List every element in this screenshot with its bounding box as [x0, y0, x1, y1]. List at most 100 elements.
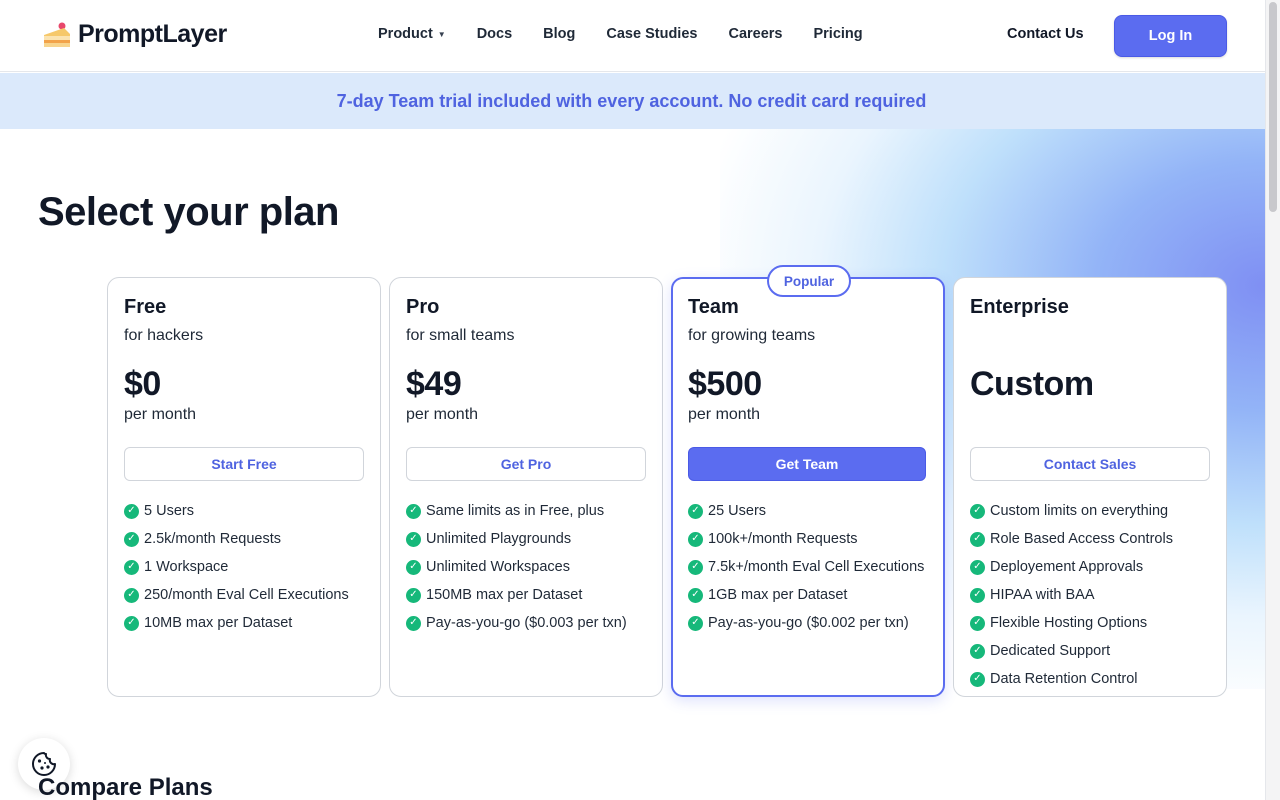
check-circle-icon: ✓ [124, 615, 139, 631]
feature-label: 1 Workspace [144, 559, 229, 575]
feature-item: ✓ 1 Workspace [124, 553, 364, 581]
feature-label: Role Based Access Controls [990, 531, 1173, 547]
feature-list: ✓ 5 Users ✓ 2.5k/month Requests ✓ 1 Workspa… [124, 497, 364, 637]
plan-card-free: Free for hackers $0 per month Start Free… [107, 277, 381, 697]
check-circle-icon: ✓ [124, 531, 139, 547]
check-circle-icon: ✓ [970, 643, 985, 659]
feature-item: ✓ Data Retention Control [970, 665, 1210, 693]
check-circle-icon: ✓ [970, 559, 985, 575]
site-header: PromptLayer Product ▼ Docs Blog Case Stu… [0, 0, 1265, 72]
check-circle-icon: ✓ [406, 587, 421, 603]
plan-subtitle: for small teams [406, 327, 515, 344]
feature-list: ✓ Same limits as in Free, plus ✓ Unlimited… [406, 497, 646, 637]
feature-item: ✓ Custom limits on everything [970, 497, 1210, 525]
nav-case-studies[interactable]: Case Studies [606, 26, 697, 42]
check-circle-icon: ✓ [688, 531, 703, 547]
feature-item: ✓ 100k+/month Requests [688, 525, 928, 553]
logo-text: PromptLayer [78, 20, 227, 48]
check-circle-icon: ✓ [124, 503, 139, 519]
feature-label: 25 Users [708, 503, 767, 519]
check-circle-icon: ✓ [688, 615, 703, 631]
get-team-button[interactable]: Get Team [688, 447, 926, 481]
feature-item: ✓ Same limits as in Free, plus [406, 497, 646, 525]
feature-label: Pay-as-you-go ($0.003 per txn) [426, 615, 627, 631]
trial-banner: 7-day Team trial included with every acc… [0, 73, 1265, 129]
check-circle-icon: ✓ [688, 587, 703, 603]
plan-period: per month [688, 406, 761, 423]
nav-product[interactable]: Product ▼ [378, 26, 446, 42]
get-pro-button[interactable]: Get Pro [406, 447, 646, 481]
plan-subtitle [970, 327, 1210, 347]
feature-label: 100k+/month Requests [708, 531, 858, 547]
feature-label: Unlimited Playgrounds [426, 531, 572, 547]
log-in-button[interactable]: Log In [1114, 15, 1227, 57]
logo[interactable]: PromptLayer [42, 20, 227, 49]
feature-item: ✓ 25 Users [688, 497, 928, 525]
plan-name: Free [124, 296, 167, 318]
feature-item: ✓ 150MB max per Dataset [406, 581, 646, 609]
feature-list: ✓ Custom limits on everything ✓ Role Based… [970, 497, 1210, 693]
feature-item: ✓ Dedicated Support [970, 637, 1210, 665]
scrollbar-thumb[interactable] [1269, 2, 1277, 212]
check-circle-icon: ✓ [406, 615, 421, 631]
popular-badge: Popular [767, 265, 851, 297]
feature-label: Data Retention Control [990, 671, 1138, 687]
feature-item: ✓ HIPAA with BAA [970, 581, 1210, 609]
feature-label: Same limits as in Free, plus [426, 503, 605, 519]
nav-blog[interactable]: Blog [543, 26, 575, 42]
start-free-button[interactable]: Start Free [124, 447, 364, 481]
main-nav: Product ▼ Docs Blog Case Studies Careers… [378, 26, 894, 42]
nav-careers[interactable]: Careers [728, 26, 782, 42]
feature-label: Deployement Approvals [990, 559, 1144, 575]
feature-item: ✓ Unlimited Playgrounds [406, 525, 646, 553]
feature-label: 10MB max per Dataset [144, 615, 293, 631]
feature-item: ✓ Pay-as-you-go ($0.003 per txn) [406, 609, 646, 637]
check-circle-icon: ✓ [970, 615, 985, 631]
feature-label: 1GB max per Dataset [708, 587, 848, 603]
contact-us-link[interactable]: Contact Us [1007, 26, 1084, 42]
compare-plans-heading: Compare Plans [38, 774, 213, 800]
feature-label: 7.5k+/month Eval Cell Executions [708, 559, 925, 575]
check-circle-icon: ✓ [688, 559, 703, 575]
nav-pricing[interactable]: Pricing [813, 26, 862, 42]
feature-item: ✓ Pay-as-you-go ($0.002 per txn) [688, 609, 928, 637]
plan-name: Team [688, 296, 739, 318]
feature-label: 5 Users [144, 503, 194, 519]
plan-card-enterprise: Enterprise Custom Contact Sales ✓ Custom … [953, 277, 1227, 697]
feature-label: HIPAA with BAA [990, 587, 1095, 603]
contact-sales-button[interactable]: Contact Sales [970, 447, 1210, 481]
check-circle-icon: ✓ [406, 559, 421, 575]
caret-down-icon: ▼ [437, 29, 446, 39]
feature-list: ✓ 25 Users ✓ 100k+/month Requests ✓ 7.5k+/m… [688, 497, 928, 637]
feature-item: ✓ Flexible Hosting Options [970, 609, 1210, 637]
plan-price: $500 [688, 365, 762, 403]
feature-label: 250/month Eval Cell Executions [144, 587, 349, 603]
plan-period [970, 406, 1210, 428]
check-circle-icon: ✓ [124, 559, 139, 575]
nav-docs[interactable]: Docs [477, 26, 512, 42]
feature-label: Flexible Hosting Options [990, 615, 1148, 631]
plan-price: $49 [406, 365, 462, 403]
cake-icon [44, 22, 70, 47]
plan-card-pro: Pro for small teams $49 per month Get Pr… [389, 277, 663, 697]
plan-price: $0 [124, 365, 161, 403]
feature-item: ✓ Deployement Approvals [970, 553, 1210, 581]
check-circle-icon: ✓ [688, 503, 703, 519]
plan-name: Pro [406, 296, 440, 318]
check-circle-icon: ✓ [406, 503, 421, 519]
plan-period: per month [124, 406, 197, 423]
feature-item: ✓ 2.5k/month Requests [124, 525, 364, 553]
plan-subtitle: for growing teams [688, 327, 816, 344]
check-circle-icon: ✓ [124, 587, 139, 603]
check-circle-icon: ✓ [970, 531, 985, 547]
check-circle-icon: ✓ [970, 503, 985, 519]
feature-label: Pay-as-you-go ($0.002 per txn) [708, 615, 909, 631]
nav-product-label: Product [378, 26, 433, 42]
feature-item: ✓ 1GB max per Dataset [688, 581, 928, 609]
scrollbar[interactable] [1265, 0, 1280, 800]
feature-item: ✓ Role Based Access Controls [970, 525, 1210, 553]
plan-period: per month [406, 406, 479, 423]
feature-item: ✓ 10MB max per Dataset [124, 609, 364, 637]
plan-price: Custom [970, 365, 1094, 403]
trial-banner-text: 7-day Team trial included with every acc… [336, 90, 927, 111]
